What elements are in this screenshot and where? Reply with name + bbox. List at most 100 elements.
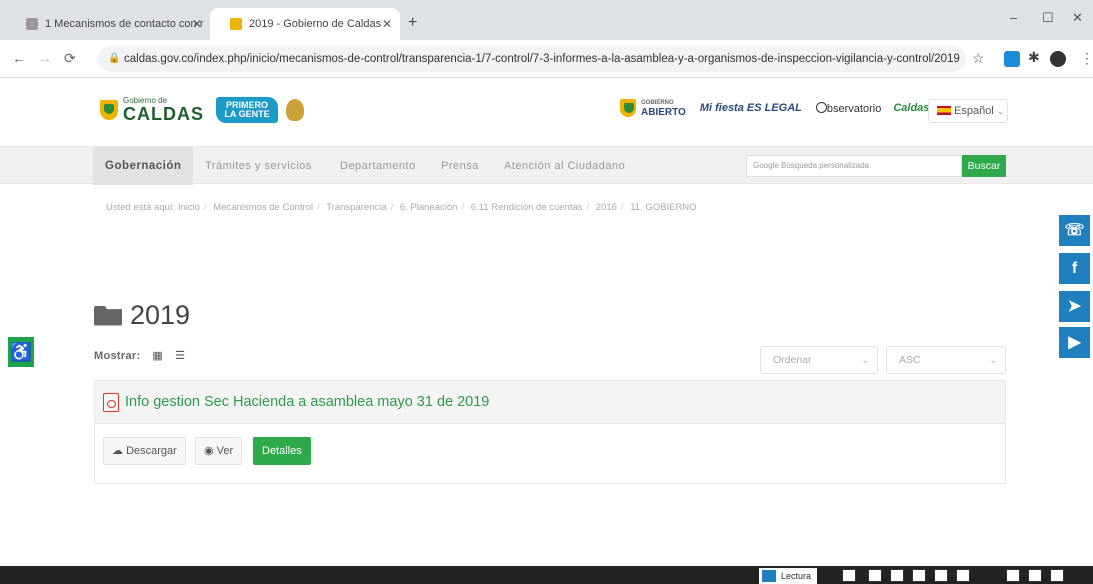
order-select[interactable]: Ordenar ⌄	[760, 346, 878, 374]
search-icon[interactable]	[956, 569, 970, 582]
browser-tab-active[interactable]: 2019 - Gobierno de Caldas ✕	[210, 8, 400, 40]
file-card: Info gestion Sec Hacienda a asamblea may…	[94, 380, 1006, 484]
stop-icon[interactable]	[912, 569, 926, 582]
forward-icon[interactable]: →	[38, 50, 52, 66]
breadcrumb-item[interactable]: 11. GOBIERNO	[630, 202, 696, 213]
folder-title-text: 2019	[130, 300, 191, 330]
download-label: Descargar	[126, 445, 177, 457]
tab-title: 2019 - Gobierno de Caldas	[249, 18, 382, 30]
menu-dots-icon[interactable]: ⋮	[1080, 50, 1093, 67]
language-label: Español	[954, 105, 994, 117]
eye-icon: ◉	[204, 445, 214, 457]
nav-tramites[interactable]: Trámites y servicios	[205, 147, 312, 185]
view-toggle: Mostrar: ▦ ☰	[94, 349, 185, 363]
close-icon[interactable]	[1028, 569, 1042, 582]
list-view-icon[interactable]: ☰	[175, 349, 185, 362]
breadcrumb: Usted está aquí: Inicio / Mecanismos de C…	[106, 202, 697, 213]
folder-open-icon	[94, 305, 122, 326]
url-text: caldas.gov.co/index.php/inicio/mecanismo…	[124, 53, 960, 65]
partner-logos: GOBIERNO ABIERTO Mi fiesta ES LEGAL bser…	[620, 95, 929, 121]
nav-gobernacion[interactable]: Gobernación	[93, 147, 194, 185]
folder-title: 2019	[94, 300, 190, 331]
profile-avatar[interactable]	[1050, 51, 1066, 67]
spain-flag-icon	[937, 106, 951, 115]
volume-icon[interactable]	[842, 569, 856, 582]
new-tab-button[interactable]: +	[408, 14, 417, 32]
browser-tab-bar: 1 Mecanismos de contacto con r ✕ 2019 - …	[0, 0, 1093, 40]
twitter-icon[interactable]: ➤	[1059, 291, 1090, 322]
download-icon: ☁	[112, 445, 123, 457]
close-window-button[interactable]: ✕	[1072, 10, 1083, 26]
chevron-down-icon: ⌄	[989, 355, 997, 365]
mostrar-label: Mostrar:	[94, 349, 141, 362]
breadcrumb-item[interactable]: 2016	[596, 202, 617, 213]
pdf-icon	[103, 392, 119, 412]
minimize-button[interactable]: –	[1010, 10, 1017, 25]
observatorio-o-icon	[815, 101, 827, 113]
extension-icon[interactable]	[1004, 51, 1020, 67]
main-nav: Gobernación Trámites y servicios Departa…	[0, 146, 1093, 185]
breadcrumb-item[interactable]: Inicio	[178, 202, 200, 213]
details-button[interactable]: Detalles	[253, 437, 311, 465]
browser-tab[interactable]: 1 Mecanismos de contacto con r ✕	[0, 8, 210, 40]
close-tab-icon[interactable]: ✕	[192, 17, 202, 31]
url-field[interactable]: 🔒 caldas.gov.co/index.php/inicio/mecanis…	[98, 46, 966, 72]
reload-icon[interactable]: ⟳	[64, 50, 76, 67]
play-icon[interactable]	[868, 569, 882, 582]
breadcrumb-item[interactable]: 6. Planeación	[400, 202, 458, 213]
maximize-button[interactable]: ☐	[1042, 10, 1054, 26]
observatorio-text: bservatorio	[826, 102, 882, 115]
observatorio-logo[interactable]: bservatorio	[815, 101, 882, 115]
gobierno-abierto-logo[interactable]: GOBIERNO ABIERTO	[620, 99, 686, 118]
close-icon[interactable]	[1006, 569, 1020, 582]
gob-abierto-text: ABIERTO	[641, 107, 686, 118]
bookmark-star-icon[interactable]: ☆	[972, 50, 985, 67]
view-button[interactable]: ◉ Ver	[195, 437, 243, 465]
accessibility-toolbar: Lectura	[0, 566, 1093, 584]
primero-la-gente-badge: PRIMERO LA GENTE	[216, 96, 278, 123]
back-icon[interactable]: ←	[12, 50, 26, 66]
language-select[interactable]: Español ⌄	[928, 99, 1008, 123]
extensions-puzzle-icon[interactable]: ✱	[1028, 49, 1040, 66]
direction-select[interactable]: ASC ⌄	[886, 346, 1006, 374]
logo-title: CALDAS	[123, 104, 204, 124]
accessibility-icon[interactable]: ♿	[8, 337, 34, 367]
coat-of-arms-icon	[286, 98, 304, 121]
favicon-icon	[26, 18, 38, 30]
close-tab-icon[interactable]: ✕	[382, 17, 392, 31]
grid-view-icon[interactable]: ▦	[152, 349, 163, 362]
shield-icon	[620, 99, 636, 117]
tab-title: 1 Mecanismos de contacto con r	[45, 18, 204, 30]
lock-icon: 🔒	[108, 53, 121, 64]
pause-icon[interactable]	[890, 569, 904, 582]
breadcrumb-item[interactable]: Mecanismos de Control	[213, 202, 313, 213]
caldas-shield-icon	[100, 99, 118, 120]
order-select-value: Ordenar	[773, 354, 812, 366]
breadcrumb-prefix: Usted está aquí:	[106, 202, 176, 213]
mi-fiesta-logo[interactable]: Mi fiesta ES LEGAL	[700, 102, 802, 114]
reading-mode-button[interactable]: Lectura	[759, 568, 818, 584]
file-header: Info gestion Sec Hacienda a asamblea may…	[95, 381, 1005, 424]
caldas-brand-logo[interactable]: Caldas	[893, 102, 929, 114]
download-button[interactable]: ☁ Descargar	[103, 437, 186, 465]
site-logo[interactable]: Gobierno de CALDAS PRIMERO LA GENTE	[100, 96, 304, 123]
search-input[interactable]: Google Búsqueda personalizada	[746, 155, 962, 177]
breadcrumb-item[interactable]: 6.11 Rendición de cuentas	[471, 202, 583, 213]
text-size-icon[interactable]	[934, 569, 948, 582]
file-name-link[interactable]: Info gestion Sec Hacienda a asamblea may…	[125, 394, 489, 410]
back-icon[interactable]	[1050, 569, 1064, 582]
breadcrumb-item[interactable]: Transparencia	[326, 202, 386, 213]
nav-departamento[interactable]: Departamento	[340, 147, 416, 185]
nav-atencion[interactable]: Atención al Ciudadano	[504, 147, 625, 185]
chevron-down-icon: ⌄	[996, 106, 1005, 116]
search-button[interactable]: Buscar	[962, 155, 1006, 177]
nav-prensa[interactable]: Prensa	[441, 147, 479, 185]
youtube-icon[interactable]: ▶	[1059, 327, 1090, 358]
favicon-icon	[230, 18, 242, 30]
address-bar-row: ← → ⟳ 🔒 caldas.gov.co/index.php/inicio/m…	[0, 40, 1093, 78]
chat-icon[interactable]: ☏	[1059, 215, 1090, 246]
direction-select-value: ASC	[899, 354, 921, 366]
view-label: Ver	[216, 445, 234, 457]
facebook-icon[interactable]: f	[1059, 253, 1090, 284]
chevron-down-icon: ⌄	[861, 355, 869, 365]
